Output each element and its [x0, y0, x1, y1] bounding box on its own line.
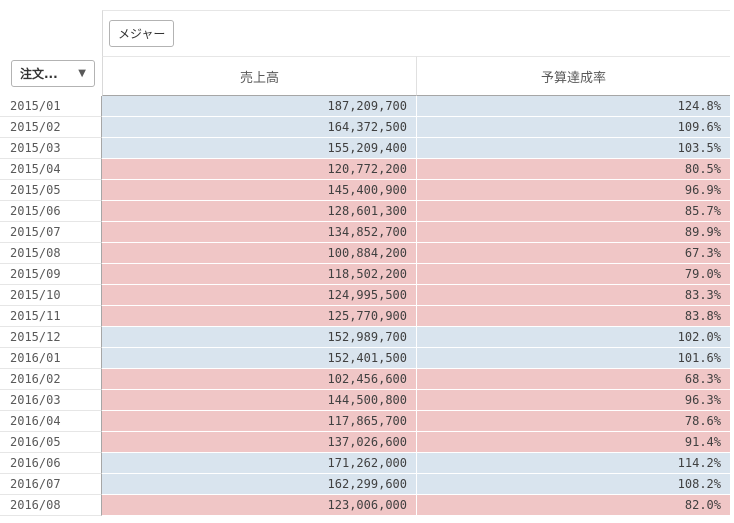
table-row: 2016/08 123,006,000 82.0% — [0, 495, 730, 516]
row-budget-rate-cell[interactable]: 68.3% — [417, 369, 730, 390]
column-header-sales[interactable]: 売上高 — [102, 56, 417, 96]
row-period-cell[interactable]: 2015/08 — [0, 243, 102, 264]
row-sales-cell[interactable]: 162,299,600 — [102, 474, 417, 495]
table-body: 2015/01 187,209,700 124.8% 2015/02 164,372,5… — [0, 96, 730, 516]
row-budget-rate-cell[interactable]: 96.9% — [417, 180, 730, 201]
row-period-cell[interactable]: 2015/05 — [0, 180, 102, 201]
row-budget-rate-cell[interactable]: 91.4% — [417, 432, 730, 453]
row-period-cell[interactable]: 2016/07 — [0, 474, 102, 495]
table-row: 2015/05 145,400,900 96.9% — [0, 180, 730, 201]
row-sales-cell[interactable]: 164,372,500 — [102, 117, 417, 138]
row-sales-cell[interactable]: 123,006,000 — [102, 495, 417, 516]
table-row: 2015/04 120,772,200 80.5% — [0, 159, 730, 180]
row-budget-rate-cell[interactable]: 82.0% — [417, 495, 730, 516]
row-period-cell[interactable]: 2016/04 — [0, 411, 102, 432]
row-period-cell[interactable]: 2015/07 — [0, 222, 102, 243]
row-period-cell[interactable]: 2015/04 — [0, 159, 102, 180]
row-budget-rate-cell[interactable]: 83.8% — [417, 306, 730, 327]
table-row: 2016/06 171,262,000 114.2% — [0, 453, 730, 474]
table-row: 2016/07 162,299,600 108.2% — [0, 474, 730, 495]
row-sales-cell[interactable]: 125,770,900 — [102, 306, 417, 327]
row-period-cell[interactable]: 2016/05 — [0, 432, 102, 453]
row-sales-cell[interactable]: 100,884,200 — [102, 243, 417, 264]
row-budget-rate-cell[interactable]: 89.9% — [417, 222, 730, 243]
row-sales-cell[interactable]: 118,502,200 — [102, 264, 417, 285]
row-budget-rate-cell[interactable]: 103.5% — [417, 138, 730, 159]
row-sales-cell[interactable]: 120,772,200 — [102, 159, 417, 180]
row-sales-cell[interactable]: 137,026,600 — [102, 432, 417, 453]
row-budget-rate-cell[interactable]: 114.2% — [417, 453, 730, 474]
row-period-cell[interactable]: 2015/12 — [0, 327, 102, 348]
measure-button[interactable]: メジャー — [109, 20, 175, 47]
row-budget-rate-cell[interactable]: 80.5% — [417, 159, 730, 180]
row-sales-cell[interactable]: 152,401,500 — [102, 348, 417, 369]
row-sales-cell[interactable]: 102,456,600 — [102, 369, 417, 390]
table-row: 2016/04 117,865,700 78.6% — [0, 411, 730, 432]
row-period-cell[interactable]: 2015/11 — [0, 306, 102, 327]
table-row: 2015/08 100,884,200 67.3% — [0, 243, 730, 264]
row-sales-cell[interactable]: 144,500,800 — [102, 390, 417, 411]
row-budget-rate-cell[interactable]: 124.8% — [417, 96, 730, 117]
row-sales-cell[interactable]: 128,601,300 — [102, 201, 417, 222]
row-budget-rate-cell[interactable]: 85.7% — [417, 201, 730, 222]
row-sales-cell[interactable]: 124,995,500 — [102, 285, 417, 306]
table-row: 2015/01 187,209,700 124.8% — [0, 96, 730, 117]
table-row: 2016/01 152,401,500 101.6% — [0, 348, 730, 369]
row-period-cell[interactable]: 2015/01 — [0, 96, 102, 117]
row-sales-cell[interactable]: 134,852,700 — [102, 222, 417, 243]
dimension-dropdown-label: 注文... — [20, 67, 58, 81]
table-row: 2016/02 102,456,600 68.3% — [0, 369, 730, 390]
row-budget-rate-cell[interactable]: 108.2% — [417, 474, 730, 495]
row-period-cell[interactable]: 2015/09 — [0, 264, 102, 285]
measure-header-bar: メジャー — [102, 10, 730, 56]
row-period-cell[interactable]: 2016/02 — [0, 369, 102, 390]
row-sales-cell[interactable]: 187,209,700 — [102, 96, 417, 117]
table-row: 2015/12 152,989,700 102.0% — [0, 327, 730, 348]
table-row: 2015/06 128,601,300 85.7% — [0, 201, 730, 222]
row-sales-cell[interactable]: 152,989,700 — [102, 327, 417, 348]
row-budget-rate-cell[interactable]: 96.3% — [417, 390, 730, 411]
row-budget-rate-cell[interactable]: 83.3% — [417, 285, 730, 306]
table-row: 2015/07 134,852,700 89.9% — [0, 222, 730, 243]
table-row: 2015/11 125,770,900 83.8% — [0, 306, 730, 327]
table-row: 2015/03 155,209,400 103.5% — [0, 138, 730, 159]
table-row: 2015/10 124,995,500 83.3% — [0, 285, 730, 306]
row-budget-rate-cell[interactable]: 79.0% — [417, 264, 730, 285]
row-period-cell[interactable]: 2015/06 — [0, 201, 102, 222]
dimension-dropdown[interactable]: 注文... ▼ — [11, 60, 95, 87]
row-period-cell[interactable]: 2016/06 — [0, 453, 102, 474]
table-row: 2016/05 137,026,600 91.4% — [0, 432, 730, 453]
row-sales-cell[interactable]: 117,865,700 — [102, 411, 417, 432]
row-budget-rate-cell[interactable]: 101.6% — [417, 348, 730, 369]
row-budget-rate-cell[interactable]: 78.6% — [417, 411, 730, 432]
row-budget-rate-cell[interactable]: 109.6% — [417, 117, 730, 138]
table-row: 2015/02 164,372,500 109.6% — [0, 117, 730, 138]
row-period-cell[interactable]: 2015/10 — [0, 285, 102, 306]
row-sales-cell[interactable]: 171,262,000 — [102, 453, 417, 474]
row-budget-rate-cell[interactable]: 102.0% — [417, 327, 730, 348]
row-budget-rate-cell[interactable]: 67.3% — [417, 243, 730, 264]
row-period-cell[interactable]: 2016/08 — [0, 495, 102, 516]
column-header-budget-rate[interactable]: 予算達成率 — [417, 56, 730, 96]
table-row: 2015/09 118,502,200 79.0% — [0, 264, 730, 285]
row-period-cell[interactable]: 2015/03 — [0, 138, 102, 159]
chevron-down-icon: ▼ — [78, 68, 86, 79]
row-period-cell[interactable]: 2016/01 — [0, 348, 102, 369]
row-sales-cell[interactable]: 145,400,900 — [102, 180, 417, 201]
row-period-cell[interactable]: 2016/03 — [0, 390, 102, 411]
table-row: 2016/03 144,500,800 96.3% — [0, 390, 730, 411]
row-period-cell[interactable]: 2015/02 — [0, 117, 102, 138]
row-sales-cell[interactable]: 155,209,400 — [102, 138, 417, 159]
